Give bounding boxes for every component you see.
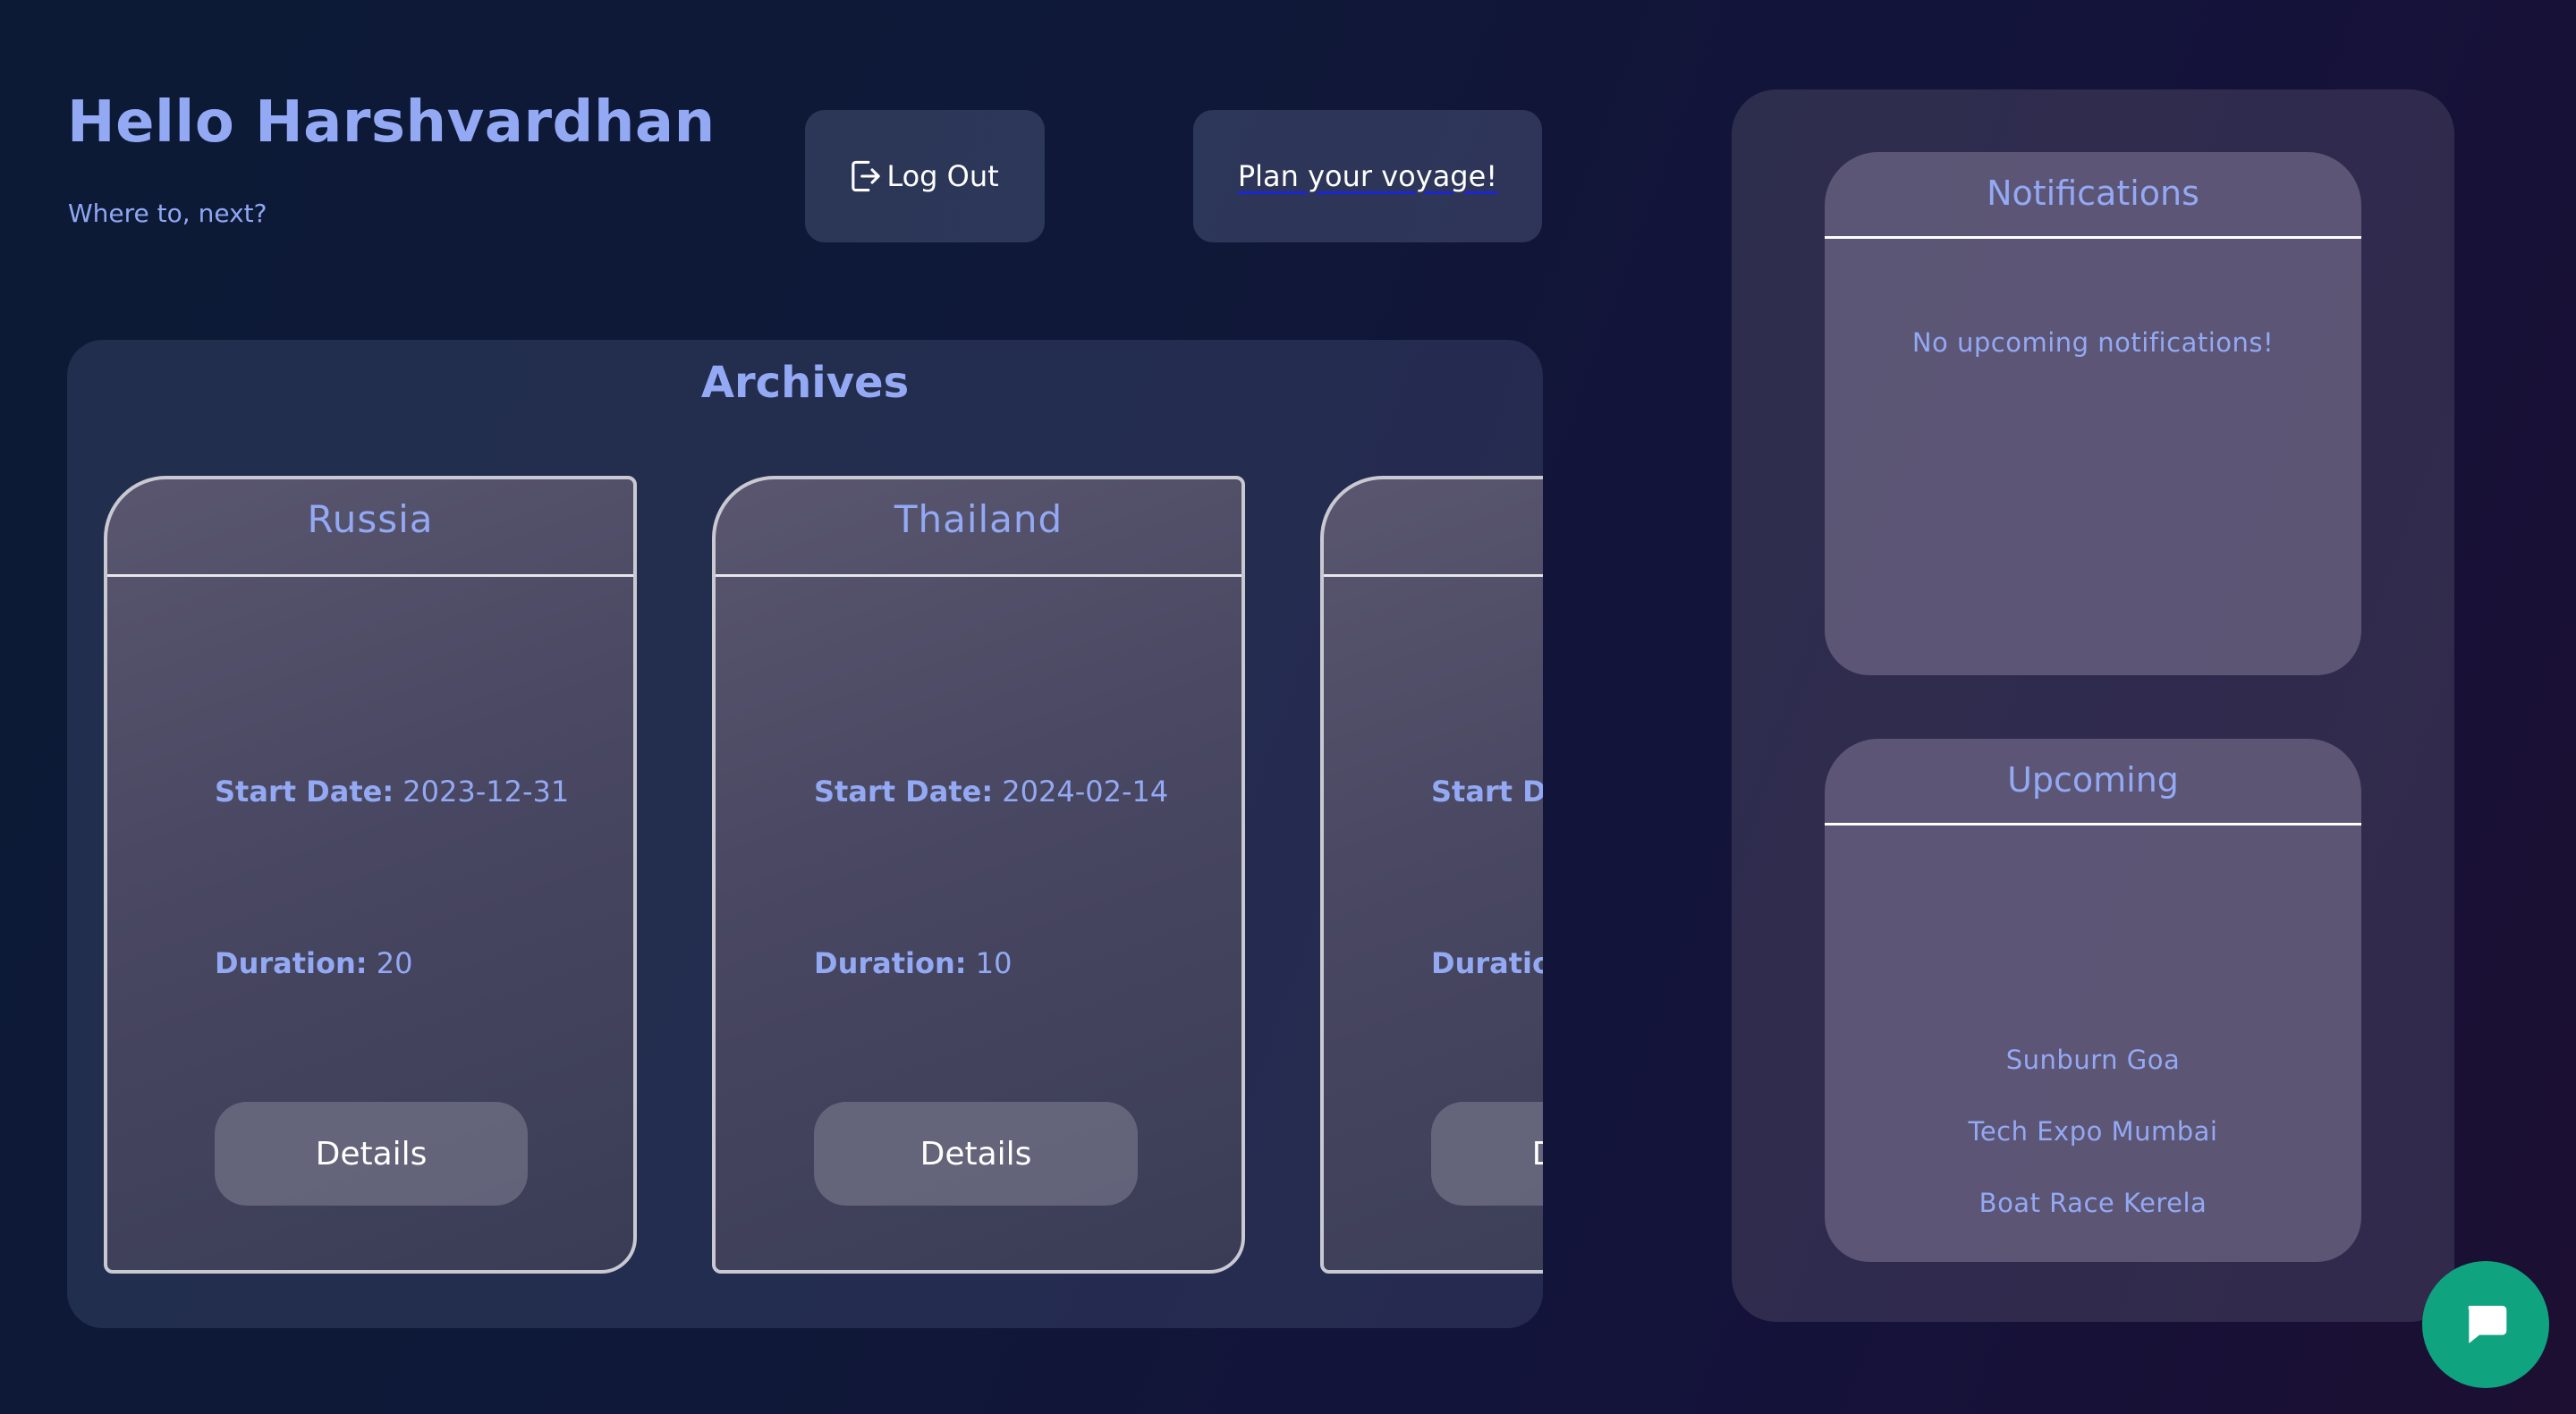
- upcoming-event: Tech Expo Mumbai: [1968, 1116, 2218, 1147]
- start-date-field: Start Date:: [1431, 775, 1543, 809]
- details-button[interactable]: Details: [1431, 1102, 1543, 1206]
- start-date-value: 2023-12-31: [402, 775, 570, 809]
- upcoming-divider: [1825, 823, 2361, 826]
- logout-label: Log Out: [886, 159, 999, 193]
- duration-field: Duration: 20: [215, 946, 412, 980]
- details-button[interactable]: Details: [215, 1102, 528, 1206]
- start-date-field: Start Date: 2023-12-31: [215, 775, 569, 809]
- duration-value: 20: [376, 946, 413, 980]
- start-date-label: Start Date:: [215, 775, 394, 809]
- notifications-divider: [1825, 236, 2361, 239]
- side-panel: Notifications No upcoming notifications!…: [1732, 89, 2454, 1322]
- duration-field: Duration: 10: [814, 946, 1012, 980]
- page-subtitle: Where to, next?: [68, 199, 267, 228]
- logout-icon: [852, 160, 881, 192]
- page-title: Hello Harshvardhan: [67, 89, 716, 156]
- archives-title: Archives: [700, 358, 910, 408]
- chat-button[interactable]: [2422, 1261, 2549, 1388]
- duration-label: Duration:: [215, 946, 368, 980]
- chat-bubble-icon: [2468, 1306, 2507, 1343]
- notifications-empty-text: No upcoming notifications!: [1911, 327, 2275, 358]
- card-divider: [107, 574, 633, 577]
- archive-card-thailand: Thailand Start Date: 2024-02-14 Duration…: [712, 476, 1245, 1274]
- card-title: Thailand: [894, 497, 1063, 541]
- start-date-value: 2024-02-14: [1002, 775, 1169, 809]
- archive-card-russia: Russia Start Date: 2023-12-31 Duration: …: [104, 476, 637, 1274]
- archives-panel: Archives Russia Start Date: 2023-12-31 D…: [67, 340, 1543, 1328]
- start-date-label: Start Date:: [814, 775, 994, 809]
- plan-voyage-button[interactable]: Plan your voyage!: [1193, 110, 1542, 242]
- plan-voyage-label: Plan your voyage!: [1237, 159, 1498, 193]
- card-divider: [716, 574, 1241, 577]
- upcoming-event: Boat Race Kerela: [1979, 1188, 2207, 1218]
- start-date-field: Start Date: 2024-02-14: [814, 775, 1168, 809]
- notifications-title: Notifications: [1987, 174, 2199, 213]
- start-date-label: Start Date:: [1431, 775, 1543, 809]
- notifications-box: Notifications No upcoming notifications!: [1825, 152, 2361, 675]
- duration-field: Duration:: [1431, 946, 1543, 980]
- logout-button[interactable]: Log Out: [805, 110, 1045, 242]
- archive-card-partial: Start Date: Duration: Details: [1320, 476, 1543, 1274]
- duration-label: Duration:: [814, 946, 967, 980]
- duration-value: 10: [975, 946, 1013, 980]
- upcoming-title: Upcoming: [2007, 760, 2179, 800]
- duration-label: Duration:: [1431, 946, 1543, 980]
- upcoming-box: Upcoming Sunburn Goa Tech Expo Mumbai Bo…: [1825, 739, 2361, 1262]
- upcoming-event: Sunburn Goa: [2005, 1045, 2181, 1075]
- details-button[interactable]: Details: [814, 1102, 1138, 1206]
- card-divider: [1324, 574, 1543, 577]
- card-title: Russia: [307, 497, 434, 541]
